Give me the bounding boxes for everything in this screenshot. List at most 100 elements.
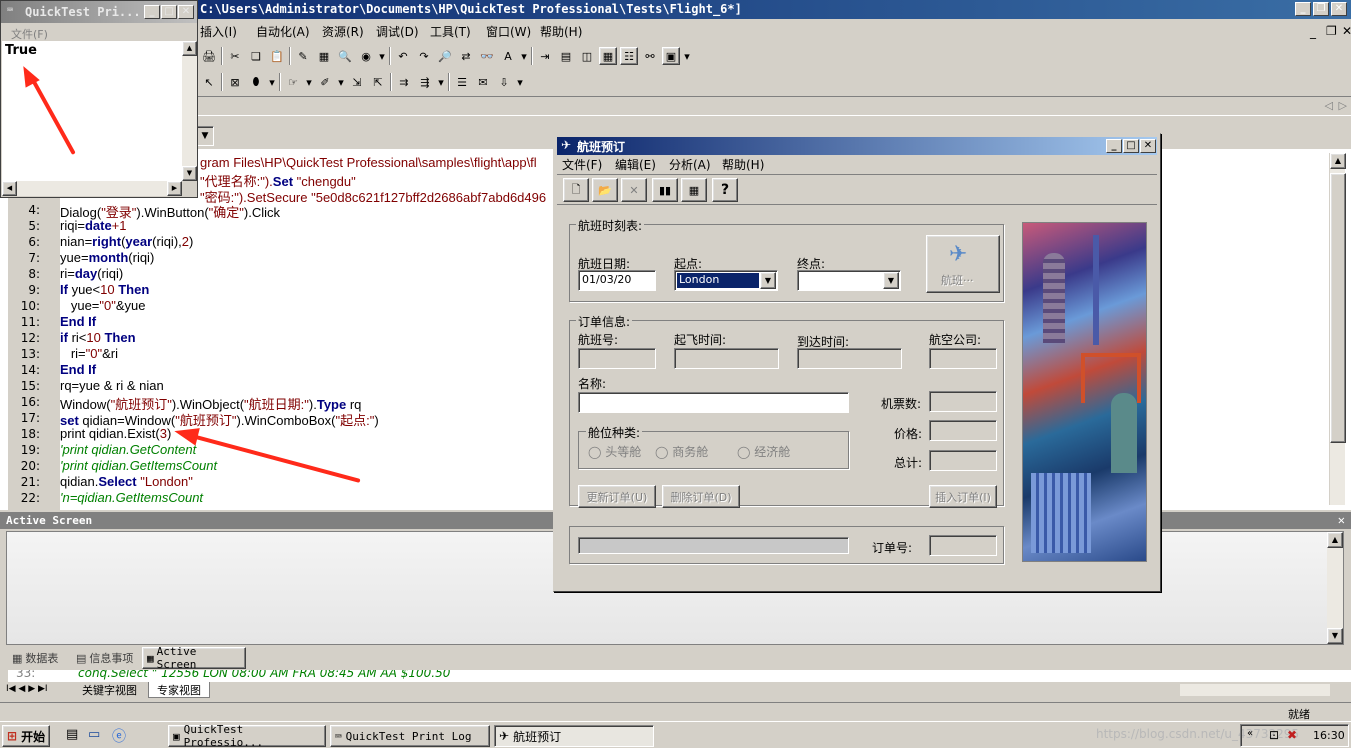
price-field[interactable] (929, 420, 997, 441)
checkpoint-icon[interactable]: ⬮ (247, 73, 265, 91)
scroll-up-icon[interactable]: ▲ (1327, 532, 1343, 548)
scroll-up-icon[interactable]: ▲ (1330, 153, 1346, 169)
task-flight-reservation[interactable]: ✈ 航班预订 (494, 725, 654, 747)
menu-insert[interactable]: 插入(I) (200, 23, 237, 40)
scroll-thumb[interactable] (1330, 173, 1346, 443)
check-icon[interactable]: ◉ (357, 47, 375, 65)
notes-icon[interactable]: ✉ (474, 73, 492, 91)
horizontal-scrollbar[interactable] (1180, 684, 1330, 696)
menu-resources[interactable]: 资源(R) (322, 23, 364, 40)
step-into-icon[interactable]: ⇲ (348, 73, 366, 91)
flight-no-field[interactable] (578, 348, 656, 369)
nodes-icon[interactable]: ⚯ (641, 47, 659, 65)
network-icon[interactable]: ⊡ (1269, 728, 1279, 742)
pointer-icon[interactable]: ↖ (200, 73, 218, 91)
print-log-menu-file[interactable]: 文件(F) (11, 26, 48, 42)
flights-button[interactable]: ✈ 航班··· (926, 235, 1000, 293)
print-log-vscroll[interactable]: ▲ ▼ (182, 41, 197, 181)
depart-time-field[interactable] (674, 348, 779, 369)
scroll-left-icon[interactable]: ◀ (2, 181, 17, 196)
radio-economy-class[interactable]: ◯ 经济舱 (737, 443, 790, 460)
help-icon[interactable]: ? (712, 178, 738, 202)
maximize-icon[interactable]: □ (161, 5, 177, 19)
minimize-icon[interactable]: _ (1106, 139, 1122, 153)
table-icon[interactable]: ▦ (599, 47, 617, 65)
edit-icon[interactable]: ✎ (294, 47, 312, 65)
indent-icon[interactable]: ⇥ (536, 47, 554, 65)
tab-data-table[interactable]: ▦ 数据表 (8, 647, 62, 669)
minimize-icon[interactable]: _ (144, 5, 160, 19)
flight-menu-analysis[interactable]: 分析(A) (669, 156, 711, 173)
editor-vertical-scrollbar[interactable]: ▲ (1329, 153, 1346, 505)
desktop-icon[interactable]: ▭ (88, 727, 100, 742)
dropdown-icon[interactable]: ▾ (516, 73, 524, 91)
nav-first-icon[interactable]: I◀ ◀ ▶ ▶I (6, 684, 48, 694)
scroll-down-icon[interactable]: ▼ (182, 166, 197, 181)
font-icon[interactable]: A (499, 47, 517, 65)
to-combobox[interactable]: ▼ (797, 270, 901, 291)
print-icon[interactable]: 🖨 (200, 47, 218, 65)
properties-icon[interactable]: ▣ (662, 47, 680, 65)
print-log-hscroll[interactable]: ◀ ▶ (2, 181, 182, 196)
insert-order-button[interactable]: 插入订单(I) (929, 485, 997, 508)
close-icon[interactable]: ✕ (178, 5, 194, 19)
redo-icon[interactable]: ↷ (415, 47, 433, 65)
dropdown-icon[interactable]: ▾ (337, 73, 345, 91)
date-field[interactable]: 01/03/20 (578, 270, 656, 291)
tab-expert-view[interactable]: 专家视图 (148, 682, 210, 698)
paste-icon[interactable]: 📋 (268, 47, 286, 65)
dropdown-icon[interactable]: ▾ (520, 47, 528, 65)
menu-tools[interactable]: 工具(T) (430, 23, 471, 40)
step-over-icon[interactable]: ⇱ (369, 73, 387, 91)
step-icon[interactable]: ☞ (284, 73, 302, 91)
scroll-down-icon[interactable]: ▼ (1327, 628, 1343, 644)
tab-info[interactable]: ▤ 信息事项 (72, 647, 137, 669)
replace-icon[interactable]: ⇄ (457, 47, 475, 65)
dropdown-icon[interactable]: ▾ (305, 73, 313, 91)
open-order-icon[interactable]: 📂 (592, 178, 618, 202)
update-order-button[interactable]: 更新订单(U) (578, 485, 656, 508)
radio-business-class[interactable]: ◯ 商务舱 (655, 443, 708, 460)
export-icon[interactable]: ⇩ (495, 73, 513, 91)
airline-field[interactable] (929, 348, 997, 369)
tray-alert-icon[interactable]: ✖ (1287, 728, 1297, 742)
menu-window[interactable]: 窗口(W) (486, 23, 531, 40)
run-to-icon[interactable]: ⇶ (416, 73, 434, 91)
scroll-right-icon[interactable]: ▶ (167, 181, 182, 196)
from-combobox[interactable]: London ▼ (674, 270, 778, 291)
delete-order-icon[interactable]: ✕ (621, 178, 647, 202)
scroll-up-icon[interactable]: ▲ (182, 41, 197, 56)
start-button[interactable]: ⊞ 开始 (2, 725, 50, 747)
radio-first-class[interactable]: ◯ 头等舱 (588, 443, 641, 460)
dropdown-icon[interactable]: ▾ (378, 47, 386, 65)
paint-icon[interactable]: ✐ (316, 73, 334, 91)
mdi-minimize-icon[interactable]: _ (1310, 25, 1316, 39)
tab-keyword-view[interactable]: 关键字视图 (72, 682, 148, 698)
object-icon[interactable]: ◫ (578, 47, 596, 65)
copy-icon[interactable]: ❏ (247, 47, 265, 65)
mdi-close-icon[interactable]: ✕ (1342, 24, 1351, 38)
name-field[interactable] (578, 392, 849, 413)
arrive-time-field[interactable] (797, 348, 902, 369)
dropdown-icon[interactable]: ▾ (437, 73, 445, 91)
dropdown-icon[interactable]: ▾ (268, 73, 276, 91)
task-quicktest[interactable]: ▣ QuickTest Professio... (168, 723, 326, 748)
cut-icon[interactable]: ✂ (226, 47, 244, 65)
menu-help[interactable]: 帮助(H) (540, 23, 582, 40)
flight-menu-edit[interactable]: 编辑(E) (615, 156, 656, 173)
maximize-icon[interactable]: □ (1123, 139, 1139, 153)
close-icon[interactable]: ✕ (1140, 139, 1156, 153)
new-order-icon[interactable]: 🗋 (563, 178, 589, 202)
flight-menu-help[interactable]: 帮助(H) (722, 156, 764, 173)
close-icon[interactable]: ✕ (1338, 513, 1345, 527)
run-from-icon[interactable]: ⇉ (395, 73, 413, 91)
task-print-log[interactable]: ⌨ QuickTest Print Log (330, 725, 490, 747)
nav-left-icon[interactable]: ◁ (1325, 99, 1333, 112)
quick-launch-icon[interactable]: ▤ (66, 727, 78, 742)
nav-right-icon[interactable]: ▷ (1339, 99, 1347, 112)
scope-dropdown-icon[interactable]: ▼ (196, 126, 214, 146)
undo-icon[interactable]: ↶ (394, 47, 412, 65)
find-icon[interactable]: 🔎 (436, 47, 454, 65)
tray-expand-icon[interactable]: « (1247, 728, 1253, 739)
graph-icon[interactable]: ▮▮ (652, 178, 678, 202)
